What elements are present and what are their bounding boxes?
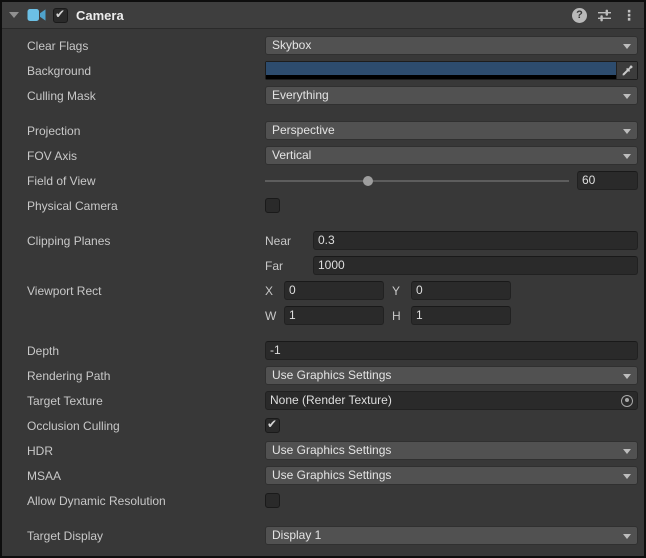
projection-label: Projection bbox=[2, 124, 265, 138]
culling-mask-dropdown[interactable]: Everything bbox=[265, 86, 638, 105]
viewport-h-field[interactable]: 1 bbox=[411, 306, 511, 325]
component-title: Camera bbox=[76, 8, 124, 23]
background-color-swatch[interactable] bbox=[266, 62, 616, 75]
occlusion-culling-checkbox[interactable] bbox=[265, 418, 280, 433]
viewport-w-field[interactable]: 1 bbox=[284, 306, 384, 325]
row-depth: Depth -1 bbox=[2, 338, 644, 363]
viewport-y-label: Y bbox=[392, 284, 411, 298]
allow-dynamic-resolution-checkbox[interactable] bbox=[265, 493, 280, 508]
row-background: Background bbox=[2, 58, 644, 83]
camera-inspector-panel: Camera ? ⋮ Clear Flags Skybox Background bbox=[0, 0, 646, 558]
row-msaa: MSAA Use Graphics Settings bbox=[2, 463, 644, 488]
physical-camera-checkbox[interactable] bbox=[265, 198, 280, 213]
row-clear-flags: Clear Flags Skybox bbox=[2, 33, 644, 58]
row-projection: Projection Perspective bbox=[2, 118, 644, 143]
row-culling-mask: Culling Mask Everything bbox=[2, 83, 644, 108]
eyedropper-icon bbox=[621, 64, 634, 77]
hdr-label: HDR bbox=[2, 444, 265, 458]
physical-camera-label: Physical Camera bbox=[2, 199, 265, 213]
occlusion-culling-label: Occlusion Culling bbox=[2, 419, 265, 433]
row-viewport-xy: Viewport Rect X 0 Y 0 bbox=[2, 278, 644, 303]
more-options-icon[interactable]: ⋮ bbox=[622, 8, 636, 23]
camera-icon bbox=[27, 8, 46, 22]
row-clipping-far: Far 1000 bbox=[2, 253, 644, 278]
target-display-label: Target Display bbox=[2, 529, 265, 543]
background-color-field[interactable] bbox=[265, 61, 638, 80]
target-texture-label: Target Texture bbox=[2, 394, 265, 408]
viewport-rect-label: Viewport Rect bbox=[2, 284, 265, 298]
field-of-view-value-field[interactable]: 60 bbox=[577, 171, 638, 190]
component-enabled-checkbox[interactable] bbox=[53, 8, 68, 23]
row-allow-dynamic-resolution: Allow Dynamic Resolution bbox=[2, 488, 644, 513]
row-occlusion-culling: Occlusion Culling bbox=[2, 413, 644, 438]
slider-handle[interactable] bbox=[363, 176, 373, 186]
rendering-path-label: Rendering Path bbox=[2, 369, 265, 383]
clear-flags-dropdown[interactable]: Skybox bbox=[265, 36, 638, 55]
foldout-arrow-icon[interactable] bbox=[9, 12, 19, 18]
target-display-dropdown[interactable]: Display 1 bbox=[265, 526, 638, 545]
object-picker-icon[interactable] bbox=[621, 395, 633, 407]
msaa-label: MSAA bbox=[2, 469, 265, 483]
presets-icon[interactable] bbox=[597, 8, 612, 23]
slider-track[interactable] bbox=[265, 180, 569, 182]
eyedropper-button[interactable] bbox=[616, 62, 637, 79]
msaa-dropdown[interactable]: Use Graphics Settings bbox=[265, 466, 638, 485]
row-clipping-near: Clipping Planes Near 0.3 bbox=[2, 228, 644, 253]
background-label: Background bbox=[2, 64, 265, 78]
near-label: Near bbox=[265, 234, 313, 248]
far-field[interactable]: 1000 bbox=[313, 256, 638, 275]
target-texture-value: None (Render Texture) bbox=[270, 392, 621, 409]
row-fov-axis: FOV Axis Vertical bbox=[2, 143, 644, 168]
row-physical-camera: Physical Camera bbox=[2, 193, 644, 218]
component-header: Camera ? ⋮ bbox=[2, 2, 644, 29]
near-field[interactable]: 0.3 bbox=[313, 231, 638, 250]
row-hdr: HDR Use Graphics Settings bbox=[2, 438, 644, 463]
row-target-display: Target Display Display 1 bbox=[2, 523, 644, 548]
far-label: Far bbox=[265, 259, 313, 273]
row-rendering-path: Rendering Path Use Graphics Settings bbox=[2, 363, 644, 388]
inspector-body: Clear Flags Skybox Background bbox=[2, 29, 644, 548]
clipping-planes-label: Clipping Planes bbox=[2, 234, 265, 248]
fov-axis-label: FOV Axis bbox=[2, 149, 265, 163]
field-of-view-label: Field of View bbox=[2, 174, 265, 188]
viewport-x-field[interactable]: 0 bbox=[284, 281, 384, 300]
clear-flags-label: Clear Flags bbox=[2, 39, 265, 53]
projection-dropdown[interactable]: Perspective bbox=[265, 121, 638, 140]
culling-mask-label: Culling Mask bbox=[2, 89, 265, 103]
hdr-dropdown[interactable]: Use Graphics Settings bbox=[265, 441, 638, 460]
depth-field[interactable]: -1 bbox=[265, 341, 638, 360]
viewport-x-label: X bbox=[265, 284, 284, 298]
viewport-w-label: W bbox=[265, 309, 284, 323]
row-target-texture: Target Texture None (Render Texture) bbox=[2, 388, 644, 413]
background-alpha-bar bbox=[266, 75, 616, 79]
viewport-y-field[interactable]: 0 bbox=[411, 281, 511, 300]
fov-axis-dropdown[interactable]: Vertical bbox=[265, 146, 638, 165]
row-viewport-wh: W 1 H 1 bbox=[2, 303, 644, 328]
target-texture-object-field[interactable]: None (Render Texture) bbox=[265, 391, 638, 410]
viewport-h-label: H bbox=[392, 309, 411, 323]
help-icon[interactable]: ? bbox=[572, 8, 587, 23]
depth-label: Depth bbox=[2, 344, 265, 358]
row-field-of-view: Field of View 60 bbox=[2, 168, 644, 193]
field-of-view-slider[interactable] bbox=[265, 180, 577, 182]
allow-dynamic-resolution-label: Allow Dynamic Resolution bbox=[2, 494, 265, 508]
rendering-path-dropdown[interactable]: Use Graphics Settings bbox=[265, 366, 638, 385]
